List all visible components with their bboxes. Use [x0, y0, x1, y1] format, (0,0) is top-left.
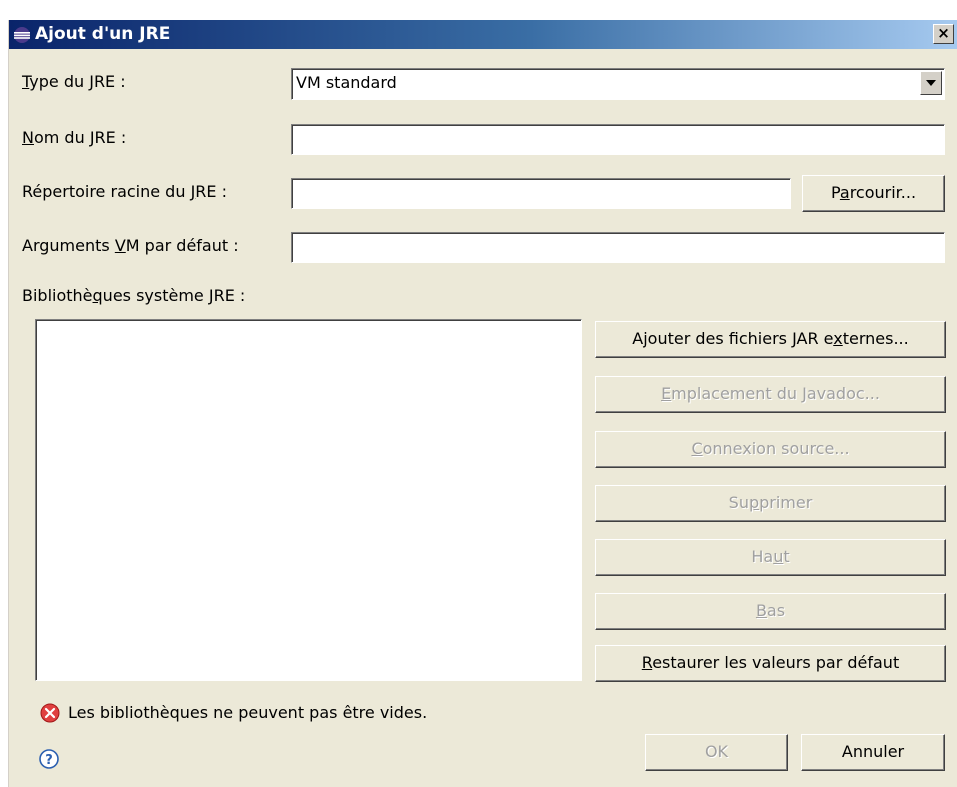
help-icon[interactable]: ? — [39, 749, 59, 769]
ok-button[interactable]: OK — [645, 734, 788, 771]
browse-button[interactable]: Parcourir... — [802, 175, 945, 212]
cancel-button[interactable]: Annuler — [801, 734, 945, 771]
jre-name-input[interactable] — [291, 124, 945, 155]
eclipse-icon — [14, 27, 30, 43]
down-button[interactable]: Bas — [595, 593, 946, 630]
restore-defaults-button[interactable]: Restaurer les valeurs par défaut — [595, 645, 946, 682]
dropdown-button[interactable] — [920, 71, 942, 95]
libraries-label: Bibliothèques système JRE : — [22, 286, 246, 305]
window-title: Ajout d'un JRE — [35, 24, 171, 44]
jre-name-label: Nom du JRE : — [22, 128, 127, 147]
jre-type-select[interactable]: VM standard — [291, 68, 945, 100]
chevron-down-icon — [926, 80, 936, 86]
libraries-list[interactable] — [35, 319, 582, 681]
error-message: Les bibliothèques ne peuvent pas être vi… — [68, 703, 428, 722]
source-attachment-button[interactable]: Connexion source... — [595, 431, 946, 468]
jre-type-label: Type du JRE : — [22, 72, 126, 91]
svg-text:?: ? — [45, 753, 53, 768]
error-icon — [40, 703, 60, 723]
vm-args-label: Arguments VM par défaut : — [22, 236, 239, 255]
jre-home-label: Répertoire racine du JRE : — [22, 182, 227, 201]
javadoc-location-button[interactable]: Emplacement du Javadoc... — [595, 376, 946, 413]
title-bar[interactable]: Ajout d'un JRE × — [9, 20, 957, 49]
remove-button[interactable]: Supprimer — [595, 485, 946, 522]
add-external-jars-button[interactable]: Ajouter des fichiers JAR externes... — [595, 321, 946, 358]
up-button[interactable]: Haut — [595, 539, 946, 576]
jre-type-value: VM standard — [296, 73, 397, 92]
jre-home-input[interactable] — [291, 178, 791, 209]
close-icon: × — [937, 24, 950, 42]
close-button[interactable]: × — [933, 24, 954, 44]
vm-args-input[interactable] — [291, 232, 945, 263]
add-jre-dialog: Ajout d'un JRE × Type du JRE : VM standa… — [8, 20, 957, 787]
